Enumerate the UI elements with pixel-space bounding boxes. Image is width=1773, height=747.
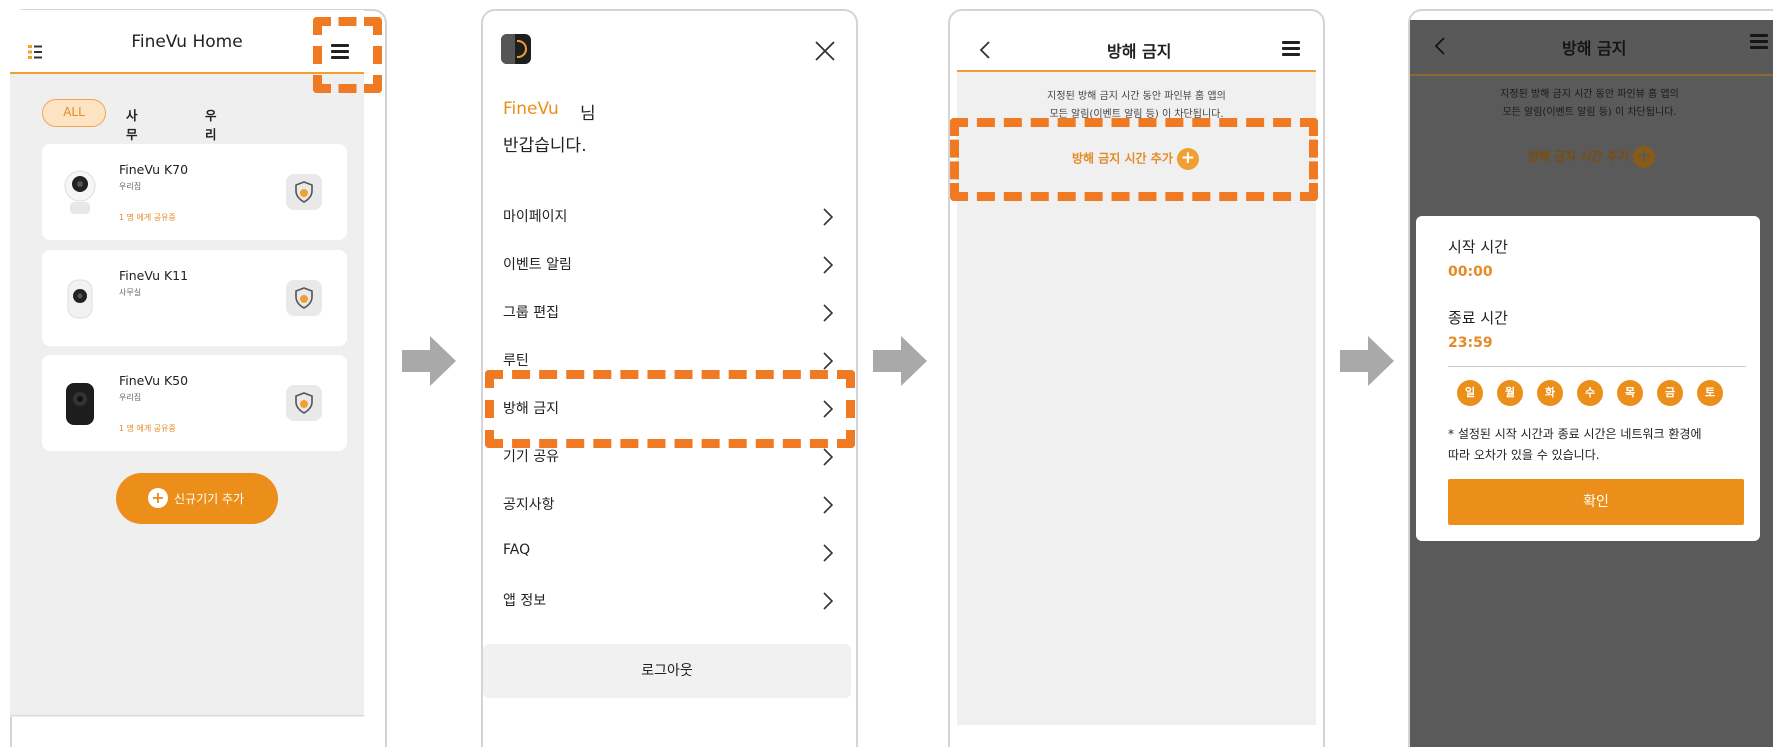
chevron-right-icon: [823, 496, 833, 514]
chevron-right-icon: [823, 592, 833, 610]
dnd-description-1: 지정된 방해 금지 시간 동안 파인뷰 홈 앱의: [1500, 89, 1679, 100]
chevron-right-icon: [823, 256, 833, 274]
menu-item-device-share[interactable]: 기기 공유: [503, 446, 835, 470]
menu-item-label: 공지사항: [503, 497, 555, 513]
note-line-1: * 설정된 시작 시간과 종료 시간은 네트워크 환경에: [1448, 427, 1702, 441]
time-setting-dialog: 시작 시간 00:00 종료 시간 23:59 일 월 화 수 목 금 토 * …: [1416, 216, 1760, 541]
device-card[interactable]: FineVu K11 사무실: [42, 250, 347, 346]
highlight-box-dnd-menu: [485, 370, 855, 448]
security-toggle-button[interactable]: [286, 280, 322, 316]
home-header: FineVu Home: [10, 10, 364, 74]
back-icon[interactable]: [1434, 36, 1446, 56]
security-toggle-button[interactable]: [286, 385, 322, 421]
device-name: FineVu K50: [119, 373, 189, 388]
menu-item-label: 루틴: [503, 353, 529, 369]
shield-icon: [295, 181, 313, 203]
page-title: 방해 금지: [1107, 42, 1172, 61]
menu-item-label: 앱 정보: [503, 593, 547, 609]
dnd-description-1: 지정된 방해 금지 시간 동안 파인뷰 홈 앱의: [1047, 91, 1226, 102]
logout-button[interactable]: 로그아웃: [483, 644, 851, 698]
chevron-right-icon: [823, 304, 833, 322]
start-time-label: 시작 시간: [1448, 238, 1508, 256]
greeting-brand: FineVu: [503, 99, 559, 119]
home-screen: FineVu Home ALL 사무실 우리집 FineVu K70 우리집 1…: [10, 10, 364, 717]
greeting-suffix: 님: [580, 104, 596, 124]
menu-item-mypage[interactable]: 마이페이지: [503, 206, 835, 230]
day-toggle-wed[interactable]: 수: [1577, 380, 1603, 406]
device-group: 우리집: [119, 393, 142, 402]
end-time-value[interactable]: 23:59: [1448, 335, 1493, 351]
chevron-right-icon: [823, 448, 833, 466]
arrow-right-icon: [873, 336, 927, 386]
day-toggle-thu[interactable]: 목: [1617, 380, 1643, 406]
add-device-label: 신규기기 추가: [174, 492, 245, 506]
camera-k11-icon: [67, 279, 93, 319]
tab-all[interactable]: ALL: [42, 99, 106, 127]
device-shared-status: 1 명 에게 공유중: [119, 424, 176, 433]
menu-item-event-alerts[interactable]: 이벤트 알림: [503, 254, 835, 278]
day-toggle-sun[interactable]: 일: [1457, 380, 1483, 406]
menu-item-label: 그룹 편집: [503, 305, 559, 321]
device-name: FineVu K70: [119, 162, 189, 177]
greeting-line2: 반갑습니다.: [503, 136, 587, 156]
menu-item-app-info[interactable]: 앱 정보: [503, 590, 835, 614]
camera-k50-icon: [66, 383, 94, 425]
menu-item-label: FAQ: [503, 542, 531, 558]
divider: [1448, 366, 1746, 367]
menu-item-label: 이벤트 알림: [503, 257, 572, 273]
security-toggle-button[interactable]: [286, 174, 322, 210]
device-group: 사무실: [119, 288, 142, 297]
divider: [10, 715, 364, 716]
add-dnd-time-label: 방해 금지 시간 추가: [1528, 149, 1629, 164]
dnd-header-dimmed: 방해 금지: [1410, 20, 1773, 76]
dnd-description-2: 모든 알림(이벤트 알림 등) 이 차단됩니다.: [1502, 107, 1677, 118]
arrow-right-icon: [402, 336, 456, 386]
shield-icon: [295, 392, 313, 414]
close-icon[interactable]: [814, 40, 836, 62]
end-time-label: 종료 시간: [1448, 309, 1508, 327]
menu-item-label: 기기 공유: [503, 449, 559, 465]
highlight-box-menu: [313, 17, 382, 93]
menu-item-notice[interactable]: 공지사항: [503, 494, 835, 518]
chevron-right-icon: [823, 208, 833, 226]
camera-k70-icon: [64, 170, 96, 214]
device-card[interactable]: FineVu K70 우리집 1 명 에게 공유중: [42, 144, 347, 240]
menu-item-group-edit[interactable]: 그룹 편집: [503, 302, 835, 326]
add-dnd-time-button[interactable]: 방해 금지 시간 추가 +: [1528, 146, 1655, 168]
confirm-button[interactable]: 확인: [1448, 479, 1744, 525]
arrow-right-icon: [1340, 336, 1394, 386]
note-line-2: 따라 오차가 있을 수 있습니다.: [1448, 448, 1600, 462]
shield-icon: [295, 287, 313, 309]
back-icon[interactable]: [979, 40, 991, 60]
hamburger-menu-icon[interactable]: [1282, 41, 1300, 56]
device-group: 우리집: [119, 182, 142, 191]
page-title: FineVu Home: [131, 32, 243, 52]
menu-item-label: 마이페이지: [503, 209, 568, 225]
plus-circle-icon: +: [1632, 146, 1655, 168]
device-name: FineVu K11: [119, 268, 189, 283]
day-toggle-fri[interactable]: 금: [1657, 380, 1683, 406]
add-device-button[interactable]: + 신규기기 추가: [116, 473, 278, 524]
page-title: 방해 금지: [1562, 39, 1627, 58]
device-card[interactable]: FineVu K50 우리집 1 명 에게 공유중: [42, 355, 347, 451]
menu-item-faq[interactable]: FAQ: [503, 542, 835, 566]
plus-icon: +: [148, 488, 168, 508]
highlight-box-add-time: [950, 118, 1318, 201]
day-toggle-mon[interactable]: 월: [1497, 380, 1523, 406]
day-toggle-sat[interactable]: 토: [1697, 380, 1723, 406]
finevu-logo: [501, 34, 531, 64]
start-time-value[interactable]: 00:00: [1448, 264, 1493, 280]
day-toggle-tue[interactable]: 화: [1537, 380, 1563, 406]
time-accuracy-note: * 설정된 시작 시간과 종료 시간은 네트워크 환경에 따라 오차가 있을 수…: [1448, 424, 1748, 466]
device-shared-status: 1 명 에게 공유중: [119, 213, 176, 222]
hamburger-menu-icon[interactable]: [1750, 34, 1768, 49]
dnd-header: 방해 금지: [957, 20, 1316, 72]
chevron-right-icon: [823, 544, 833, 562]
chevron-right-icon: [823, 352, 833, 370]
